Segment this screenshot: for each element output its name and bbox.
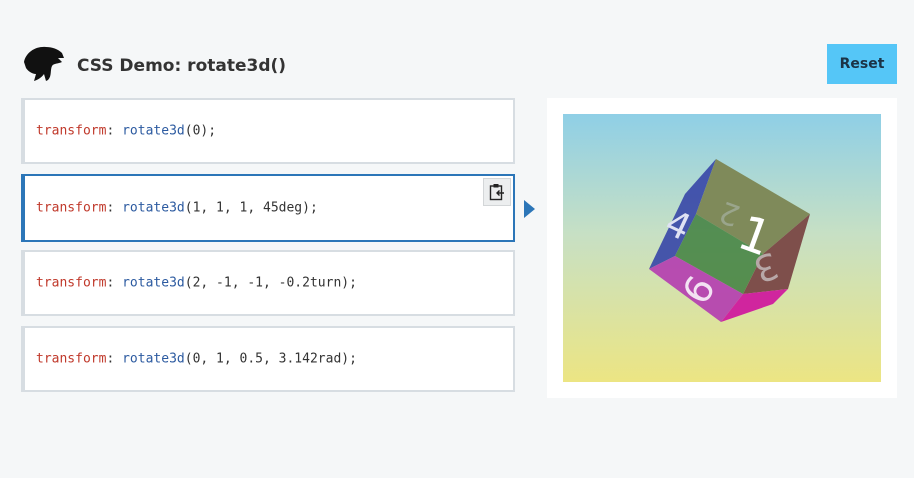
play-arrow-icon (524, 200, 535, 218)
function-args: 0 (192, 123, 201, 139)
example-choice[interactable]: transform: rotate3d(0); (21, 98, 515, 164)
function-name: rotate3d (122, 351, 185, 367)
function-args: 2, -1, -1, -0.2turn (192, 275, 342, 291)
example-code: transform: rotate3d(1, 1, 1, 45deg); (36, 200, 318, 216)
reset-button[interactable]: Reset (827, 44, 897, 84)
function-args: 1, 1, 1, 45deg (192, 200, 303, 216)
output-panel: 1 2 3 4 6 (547, 98, 897, 398)
clipboard-copy-icon (489, 184, 504, 201)
example-code: transform: rotate3d(2, -1, -1, -0.2turn)… (36, 275, 357, 291)
function-name: rotate3d (122, 275, 185, 291)
example-list: transform: rotate3d(0); transform: rotat… (21, 98, 515, 402)
example-code: transform: rotate3d(0, 1, 0.5, 3.142rad)… (36, 351, 357, 367)
property-name: transform (36, 123, 107, 139)
function-name: rotate3d (122, 200, 185, 216)
page-title: CSS Demo: rotate3d() (77, 56, 287, 76)
example-code: transform: rotate3d(0); (36, 123, 217, 139)
dino-logo-icon (24, 46, 64, 81)
example-choice[interactable]: transform: rotate3d(2, -1, -1, -0.2turn)… (21, 250, 515, 316)
function-args: 0, 1, 0.5, 3.142rad (192, 351, 342, 367)
property-name: transform (36, 200, 107, 216)
property-name: transform (36, 275, 107, 291)
dice-cube: 1 2 3 4 6 (649, 159, 810, 322)
example-choice[interactable]: transform: rotate3d(0, 1, 0.5, 3.142rad)… (21, 326, 515, 392)
copy-button[interactable] (483, 178, 511, 206)
property-name: transform (36, 351, 107, 367)
function-name: rotate3d (122, 123, 185, 139)
output-stage: 1 2 3 4 6 (563, 114, 881, 382)
example-choice-selected[interactable]: transform: rotate3d(1, 1, 1, 45deg); (21, 174, 515, 242)
header: CSS Demo: rotate3d() Reset (22, 44, 897, 86)
